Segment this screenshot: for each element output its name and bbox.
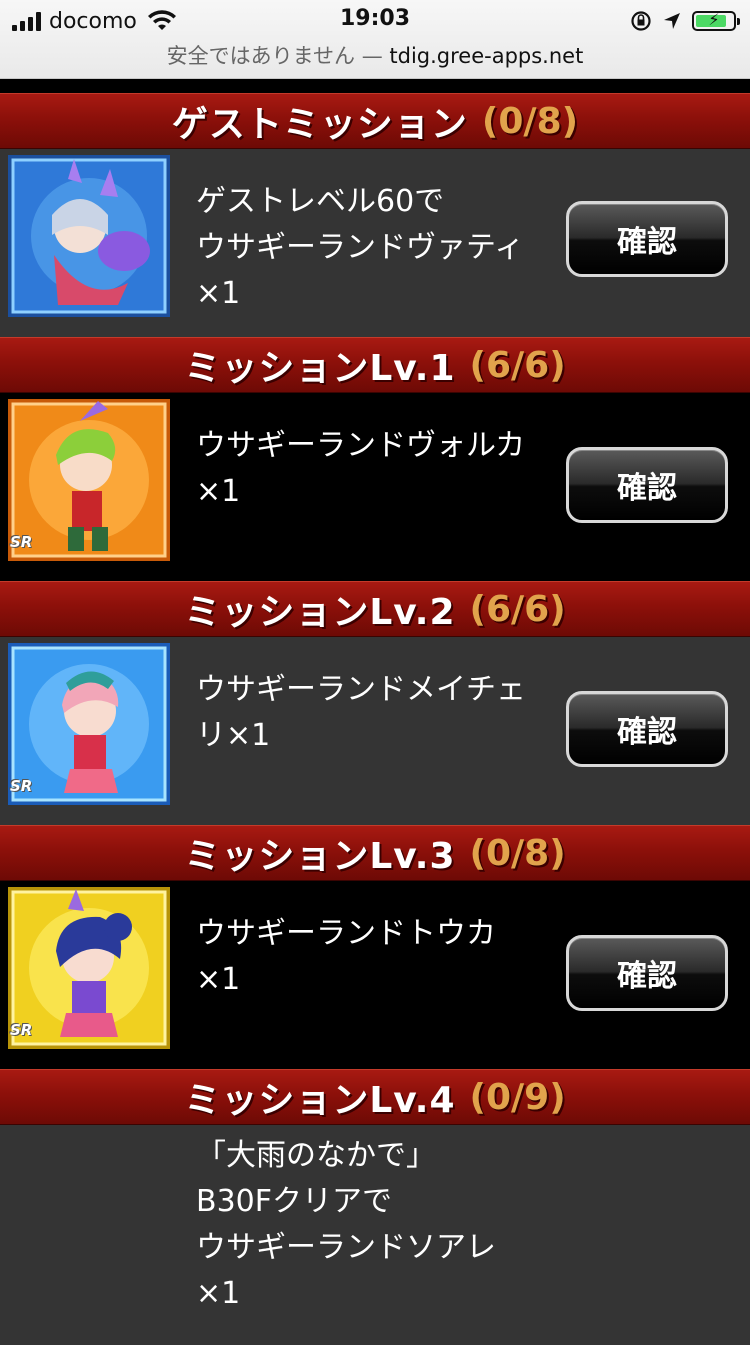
description-line: ウサギーランドソアレ <box>196 1230 496 1265</box>
character-card-image: SR <box>8 399 170 561</box>
section-title: ミッションLv.2 <box>184 592 456 633</box>
character-card-image <box>8 155 170 317</box>
section-count: (6/6) <box>469 344 566 386</box>
description-line: 「大雨のなかで」 <box>196 1138 436 1173</box>
section-title: ミッションLv.4 <box>184 1080 456 1121</box>
confirm-button[interactable]: 確認 <box>566 935 728 1011</box>
mission-row: SR ウサギーランドヴォルカ ×1 確認 <box>0 393 750 581</box>
character-card-image: SR <box>8 887 170 1049</box>
mission-description: 「大雨のなかで」 B30Fクリアで ウサギーランドソアレ ×1 <box>196 1133 556 1317</box>
description-line: ×1 <box>196 962 241 997</box>
mission-description: ゲストレベル60で ウサギーランドヴァティ ×1 <box>196 179 556 317</box>
section-count: (6/6) <box>469 588 566 630</box>
section-title: ゲストミッション <box>171 104 468 145</box>
section-count: (0/8) <box>481 100 579 142</box>
orientation-lock-icon <box>631 11 651 31</box>
rarity-badge: SR <box>10 777 33 795</box>
description-line: ×1 <box>196 1276 241 1311</box>
status-bar: docomo 19:03 ⚡ 安全ではありません — tdig.gree-app… <box>0 0 750 79</box>
section-header-mission-lv4: ミッションLv.4 (0/9) <box>0 1069 750 1125</box>
section-count: (0/9) <box>469 1076 566 1118</box>
description-line: ウサギーランドヴァティ <box>196 230 525 265</box>
confirm-button[interactable]: 確認 <box>566 201 728 277</box>
mission-row: 「大雨のなかで」 B30Fクリアで ウサギーランドソアレ ×1 <box>0 1125 750 1345</box>
rarity-badge: SR <box>10 533 33 551</box>
description-line: ウサギーランドヴォルカ <box>196 428 526 463</box>
section-title: ミッションLv.3 <box>184 836 456 877</box>
mission-row: ゲストレベル60で ウサギーランドヴァティ ×1 確認 <box>0 149 750 337</box>
mission-description: ウサギーランドトウカ ×1 <box>196 911 556 1003</box>
section-header-mission-lv2: ミッションLv.2 (6/6) <box>0 581 750 637</box>
location-icon <box>664 13 680 29</box>
description-line: ウサギーランドトウカ <box>196 916 496 951</box>
url-host: tdig.gree-apps.net <box>389 44 584 68</box>
mission-row: SR ウサギーランドメイチェ リ×1 確認 <box>0 637 750 825</box>
section-header-mission-lv3: ミッションLv.3 (0/8) <box>0 825 750 881</box>
mission-description: ウサギーランドヴォルカ ×1 <box>196 423 556 515</box>
mission-list: ゲストミッション (0/8) ゲストレベル60で ウサギーランドヴァティ ×1 … <box>0 79 750 1345</box>
description-line: リ×1 <box>196 718 271 753</box>
confirm-button[interactable]: 確認 <box>566 691 728 767</box>
mission-row: SR ウサギーランドトウカ ×1 確認 <box>0 881 750 1069</box>
rarity-badge: SR <box>10 1021 33 1039</box>
character-card-image: SR <box>8 643 170 805</box>
url-bar[interactable]: 安全ではありません — tdig.gree-apps.net <box>0 40 750 70</box>
description-line: ウサギーランドメイチェ <box>196 672 526 707</box>
security-warning: 安全ではありません — <box>166 44 383 68</box>
description-line: ×1 <box>196 276 241 311</box>
confirm-button[interactable]: 確認 <box>566 447 728 523</box>
description-line: B30Fクリアで <box>196 1184 393 1219</box>
battery-icon: ⚡ <box>692 10 740 31</box>
section-title: ミッションLv.1 <box>184 348 456 389</box>
description-line: ゲストレベル60で <box>196 184 445 219</box>
section-header-mission-lv1: ミッションLv.1 (6/6) <box>0 337 750 393</box>
description-line: ×1 <box>196 474 241 509</box>
section-count: (0/8) <box>469 832 566 874</box>
mission-description: ウサギーランドメイチェ リ×1 <box>196 667 556 759</box>
section-header-guest-mission: ゲストミッション (0/8) <box>0 93 750 149</box>
